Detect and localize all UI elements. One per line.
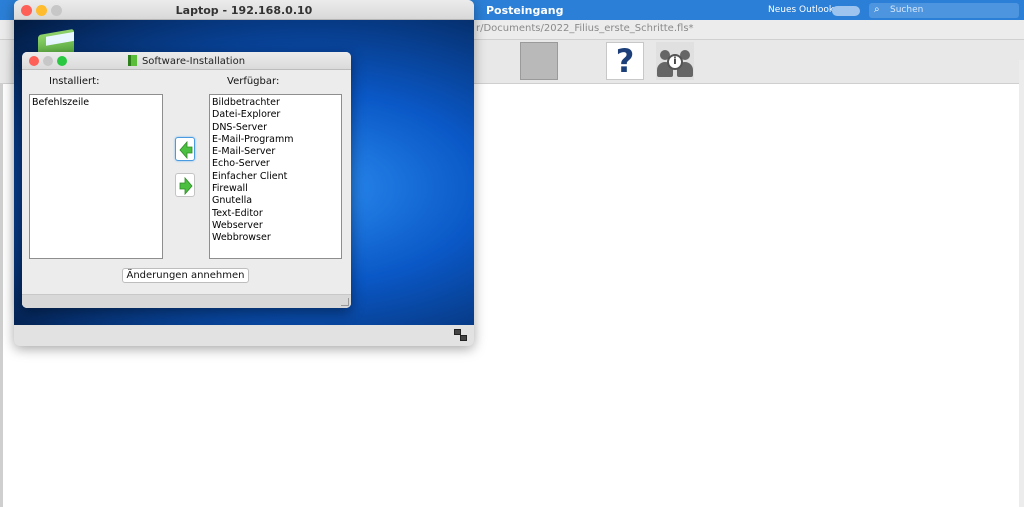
list-item[interactable]: Gnutella bbox=[212, 195, 339, 207]
dialog-titlebar[interactable]: Software-Installation bbox=[22, 52, 351, 70]
dialog-title: Software-Installation bbox=[22, 55, 351, 67]
list-item[interactable]: E-Mail-Server bbox=[212, 146, 339, 158]
outlook-title: Posteingang bbox=[486, 4, 564, 17]
dialog-title-text: Software-Installation bbox=[141, 56, 246, 67]
filius-file-path: r/Documents/2022_Filius_erste_Schritte.f… bbox=[476, 23, 694, 34]
arrow-left-icon bbox=[179, 140, 193, 160]
list-item[interactable]: E-Mail-Programm bbox=[212, 134, 339, 146]
list-item[interactable]: Bildbetrachter bbox=[212, 97, 339, 109]
outlook-search-input[interactable]: ⌕ Suchen bbox=[869, 3, 1019, 18]
installed-list[interactable]: Befehlszeile bbox=[29, 94, 163, 259]
arrow-right-icon bbox=[179, 176, 193, 196]
new-outlook-toggle[interactable] bbox=[832, 6, 860, 16]
stamp-tool-button[interactable] bbox=[520, 42, 558, 80]
network-icon bbox=[454, 329, 468, 342]
list-item[interactable]: Befehlszeile bbox=[32, 97, 160, 109]
list-item[interactable]: Einfacher Client bbox=[212, 171, 339, 183]
list-item[interactable]: DNS-Server bbox=[212, 122, 339, 134]
apply-changes-button[interactable]: Änderungen annehmen bbox=[122, 268, 249, 283]
scrollbar[interactable] bbox=[1019, 60, 1024, 507]
software-installation-dialog: Software-Installation Installiert: Verfü… bbox=[22, 52, 351, 308]
help-icon: ? bbox=[615, 42, 635, 80]
available-label: Verfügbar: bbox=[227, 76, 280, 87]
uninstall-right-button[interactable] bbox=[175, 173, 195, 197]
list-item[interactable]: Datei-Explorer bbox=[212, 109, 339, 121]
app-box-icon bbox=[46, 31, 74, 46]
search-placeholder: Suchen bbox=[890, 5, 924, 15]
filius-logo-icon bbox=[127, 55, 137, 66]
list-item[interactable]: Webserver bbox=[212, 220, 339, 232]
laptop-titlebar[interactable]: Laptop - 192.168.0.10 bbox=[14, 0, 474, 20]
dialog-body: Installiert: Verfügbar: Befehlszeile Bil… bbox=[22, 70, 351, 308]
list-item[interactable]: Echo-Server bbox=[212, 158, 339, 170]
info-icon: i bbox=[667, 54, 683, 70]
help-button[interactable]: ? bbox=[606, 42, 644, 80]
list-item[interactable]: Webbrowser bbox=[212, 232, 339, 244]
list-item[interactable]: Text-Editor bbox=[212, 208, 339, 220]
info-button[interactable]: i bbox=[656, 42, 694, 80]
dialog-footer bbox=[22, 294, 351, 308]
list-item[interactable]: Firewall bbox=[212, 183, 339, 195]
laptop-title: Laptop - 192.168.0.10 bbox=[175, 4, 313, 17]
resize-grip-icon[interactable] bbox=[341, 298, 349, 306]
available-list[interactable]: Bildbetrachter Datei-Explorer DNS-Server… bbox=[209, 94, 342, 259]
new-outlook-label: Neues Outlook bbox=[768, 5, 835, 15]
search-icon: ⌕ bbox=[874, 4, 880, 15]
laptop-status-bar bbox=[14, 325, 474, 346]
install-left-button[interactable] bbox=[175, 137, 195, 161]
installed-label: Installiert: bbox=[49, 76, 100, 87]
